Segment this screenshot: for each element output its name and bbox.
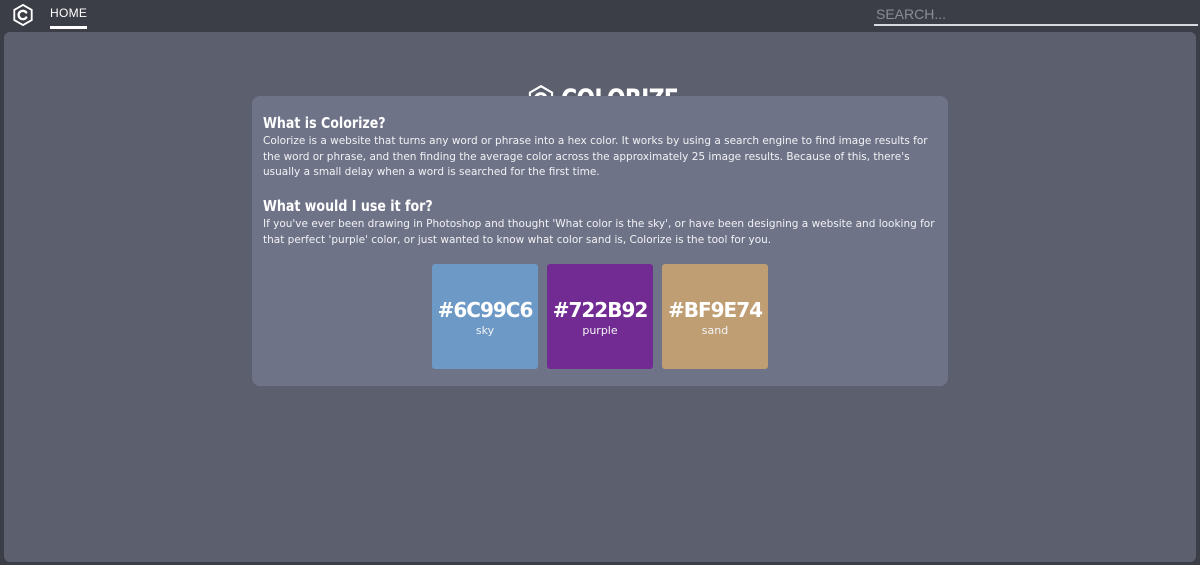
what-is-heading: What is Colorize? <box>263 114 386 132</box>
swatch-word: purple <box>582 324 618 337</box>
swatch-hex: #722B92 <box>552 298 649 322</box>
swatch-word: sky <box>475 324 495 337</box>
swatch-hex: #6C99C6 <box>437 298 534 322</box>
example-swatches: #6C99C6 sky #722B92 purple #BF9E74 sand <box>432 264 768 369</box>
swatch-hex: #BF9E74 <box>667 298 763 322</box>
top-nav-bar: HOME <box>0 0 1200 32</box>
swatch-sky[interactable]: #6C99C6 sky <box>432 264 538 369</box>
swatch-sand[interactable]: #BF9E74 sand <box>662 264 768 369</box>
main-content: COLORIZE What is Colorize? Colorize is a… <box>4 32 1196 562</box>
use-for-heading: What would I use it for? <box>263 197 433 215</box>
what-is-body: Colorize is a website that turns any wor… <box>263 135 928 178</box>
search-input[interactable] <box>874 4 1198 26</box>
info-card: What is Colorize? Colorize is a website … <box>252 96 948 386</box>
swatch-word: sand <box>701 324 729 337</box>
colorize-logo-icon[interactable] <box>12 4 34 26</box>
use-for-body: If you've ever been drawing in Photoshop… <box>263 218 935 246</box>
swatch-purple[interactable]: #722B92 purple <box>547 264 653 369</box>
nav-home-link[interactable]: HOME <box>50 6 88 29</box>
